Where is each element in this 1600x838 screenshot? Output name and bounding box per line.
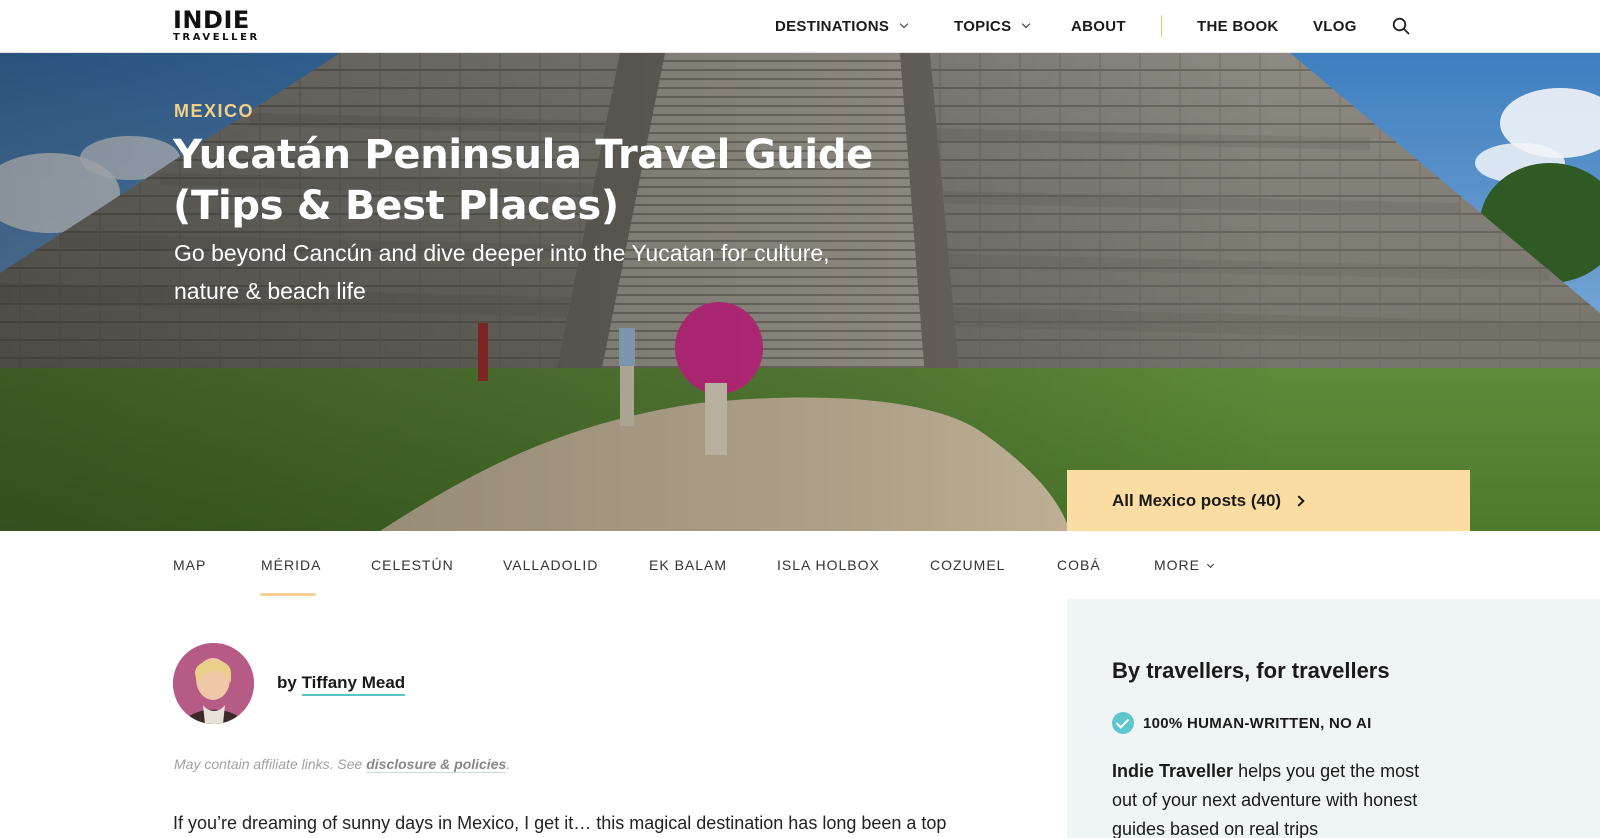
- chevron-right-icon: [1293, 494, 1305, 507]
- subnav-item-merida[interactable]: MÉRIDA: [261, 557, 321, 573]
- subnav-item-ek-balam[interactable]: EK BALAM: [649, 557, 727, 573]
- nav-divider: [1161, 15, 1162, 37]
- nav-destinations-label: DESTINATIONS: [775, 17, 890, 35]
- subnav-item-valladolid[interactable]: VALLADOLID: [503, 557, 598, 573]
- subnav-more-label: MORE: [1154, 557, 1200, 573]
- nav-about[interactable]: ABOUT: [1071, 0, 1126, 52]
- chevron-down-icon: [1206, 560, 1215, 568]
- site-header: INDIE TRAVELLER DESTINATIONS TOPICS ABOU…: [0, 0, 1600, 53]
- nav-topics-label: TOPICS: [954, 17, 1012, 35]
- page-title: Yucatán Peninsula Travel Guide (Tips & B…: [173, 132, 874, 229]
- chevron-down-icon: [1022, 19, 1031, 29]
- subnav-item-cozumel[interactable]: COZUMEL: [930, 557, 1005, 573]
- nav-vlog-label: VLOG: [1313, 17, 1357, 35]
- disclosure-link[interactable]: disclosure & policies: [366, 756, 507, 773]
- subnav-item-celestun[interactable]: CELESTÚN: [371, 557, 454, 573]
- author-avatar[interactable]: [173, 643, 254, 724]
- page-subtitle: Go beyond Cancún and dive deeper into th…: [174, 240, 830, 304]
- nav-destinations[interactable]: DESTINATIONS: [775, 0, 909, 52]
- logo-line-2: TRAVELLER: [173, 32, 260, 43]
- human-written-badge: 100% HUMAN-WRITTEN, NO AI: [1112, 712, 1372, 734]
- search-icon[interactable]: [1392, 17, 1410, 35]
- byline-prefix: by: [277, 673, 297, 692]
- affiliate-text: May contain affiliate links. See: [174, 756, 363, 772]
- all-mexico-posts-button[interactable]: All Mexico posts (40): [1067, 470, 1470, 531]
- destination-subnav: MAP MÉRIDA CELESTÚN VALLADOLID EK BALAM …: [0, 531, 1600, 601]
- affiliate-notice: May contain affiliate links. See disclos…: [174, 756, 511, 773]
- subnav-more[interactable]: MORE: [1154, 557, 1215, 573]
- badge-label: 100% HUMAN-WRITTEN, NO AI: [1143, 714, 1372, 732]
- sidebar-description: Indie Traveller helps you get the most o…: [1112, 757, 1432, 838]
- sidebar-brand: Indie Traveller: [1112, 761, 1234, 781]
- subnav-active-indicator: [260, 593, 316, 596]
- sidebar-trust-box: By travellers, for travellers 100% HUMAN…: [1067, 599, 1600, 838]
- nav-vlog[interactable]: VLOG: [1313, 0, 1357, 52]
- nav-the-book-label: THE BOOK: [1197, 17, 1279, 35]
- article-intro: If you’re dreaming of sunny days in Mexi…: [173, 813, 947, 833]
- site-logo[interactable]: INDIE TRAVELLER: [173, 8, 260, 43]
- hero-category-link[interactable]: MEXICO: [174, 101, 254, 122]
- all-posts-label: All Mexico posts (40): [1112, 490, 1282, 510]
- chevron-down-icon: [899, 19, 909, 29]
- affiliate-period: .: [506, 756, 511, 772]
- subnav-item-coba[interactable]: COBÁ: [1057, 557, 1101, 573]
- nav-about-label: ABOUT: [1071, 17, 1126, 35]
- logo-line-1: INDIE: [173, 6, 250, 34]
- nav-topics[interactable]: TOPICS: [954, 0, 1031, 52]
- nav-the-book[interactable]: THE BOOK: [1197, 0, 1279, 52]
- subnav-item-isla-holbox[interactable]: ISLA HOLBOX: [777, 557, 880, 573]
- sidebar-title: By travellers, for travellers: [1112, 658, 1390, 683]
- byline: by Tiffany Mead: [277, 673, 406, 696]
- author-link[interactable]: Tiffany Mead: [301, 673, 406, 696]
- subnav-item-map[interactable]: MAP: [173, 557, 206, 573]
- author-photo: [173, 643, 254, 724]
- check-badge-icon: [1112, 712, 1134, 734]
